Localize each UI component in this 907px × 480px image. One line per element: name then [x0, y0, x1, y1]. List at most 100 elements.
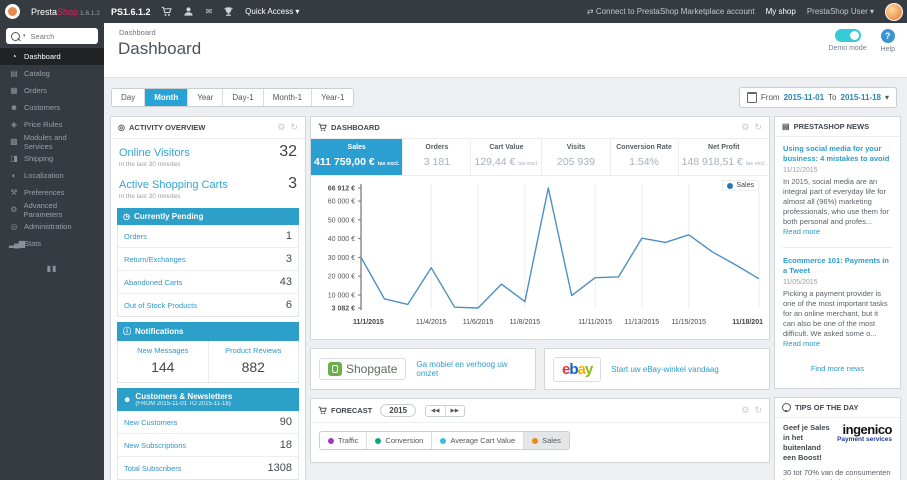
notifications-header[interactable]: ⓘ Notifications [117, 322, 299, 341]
marketplace-link[interactable]: ⇄ Connect to PrestaShop Marketplace acco… [587, 7, 755, 16]
kpi-orders[interactable]: Orders 3 181 [403, 139, 472, 175]
sidebar-item-dashboard[interactable]: ◔ Dashboard [0, 48, 104, 65]
forecast-year-badge: 2015 [380, 404, 417, 417]
marketplace-icon: ⇄ [586, 7, 594, 16]
pending-row-abandoned-carts: Abandoned Carts 43 [118, 271, 298, 294]
news-item-title[interactable]: Ecommerce 101: Payments in a Tweet [783, 256, 892, 276]
kpi-visits[interactable]: Visits 205 939 [542, 139, 611, 175]
help-icon[interactable]: ? [880, 29, 895, 43]
cart-icon[interactable] [161, 6, 173, 17]
activity-icon: ◎ [118, 123, 125, 132]
date-range-toolbar: Day Month Year Day-1 Month-1 Year-1 From… [104, 78, 907, 116]
shopgate-banner[interactable]: Shopgate Ga mobiel en verhoog uw omzet [310, 348, 536, 390]
range-year-1-button[interactable]: Year-1 [312, 89, 354, 106]
messages-icon[interactable]: ✉ [205, 7, 212, 16]
ebay-link[interactable]: Start uw eBay-winkel vandaag [611, 365, 719, 374]
demo-mode-control[interactable]: Demo mode [828, 29, 867, 52]
svg-text:11/8/2015: 11/8/2015 [510, 319, 541, 326]
range-month-button[interactable]: Month [145, 89, 189, 106]
find-more-news-link[interactable]: Find more news [783, 356, 892, 383]
panel-refresh-icon[interactable]: ↻ [754, 405, 762, 416]
active-carts-link[interactable]: Active Shopping Carts [119, 179, 228, 191]
kpi-net-profit[interactable]: Net Profit 148 918,51 € tax excl. [679, 139, 769, 175]
brand-text: PrestaShop 1.6.1.2 [31, 6, 100, 17]
panel-settings-icon[interactable]: ⚙ [741, 122, 749, 133]
pending-row-orders: Orders 1 [118, 225, 298, 248]
forecast-panel: FORECAST 2015 ◀◀ ▶▶ ⚙ ↻ Traffic Conversion… [310, 398, 770, 463]
demo-mode-toggle[interactable] [834, 29, 861, 42]
sidebar-item-shipping[interactable]: ◨ Shipping [0, 150, 104, 167]
total-subscribers-row: Total Subscribers 1308 [124, 462, 292, 474]
dashboard-panel: DASHBOARD ⚙ ↻ Sales 411 759,00 € tax excl.… [310, 116, 770, 340]
sidebar-search[interactable]: ▾ [6, 28, 98, 44]
panel-settings-icon[interactable]: ⚙ [741, 405, 749, 416]
dashboard-icon: ◔ [11, 52, 17, 61]
localization-icon: ◐ [11, 171, 17, 180]
quick-access-menu[interactable]: Quick Access ▾ [245, 7, 299, 16]
read-more-link[interactable]: Read more [783, 227, 820, 236]
shopgate-link[interactable]: Ga mobiel en verhoog uw omzet [416, 360, 527, 378]
forecast-conversion-button[interactable]: Conversion [367, 432, 433, 449]
news-icon: ▤ [782, 122, 790, 131]
help-control[interactable]: ? Help [881, 29, 895, 53]
sidebar-item-customers[interactable]: ☻ Customers [0, 99, 104, 116]
customers-icon: ☻ [9, 103, 18, 112]
svg-text:11/13/2015: 11/13/2015 [625, 319, 660, 326]
range-year-button[interactable]: Year [188, 89, 224, 106]
user-menu[interactable]: PrestaShop User ▾ [807, 7, 874, 16]
kpi-conversion-rate[interactable]: Conversion Rate 1.54% [611, 139, 679, 175]
person-icon: ☻ [123, 395, 132, 404]
panel-refresh-icon[interactable]: ↻ [290, 122, 298, 133]
panel-settings-icon[interactable]: ⚙ [277, 122, 285, 133]
forecast-avg-cart-button[interactable]: Average Cart Value [432, 432, 525, 449]
sidebar: ▾ ◔Dashboard ▤Catalog ▦Orders ☻Customers… [0, 23, 104, 480]
range-day-button[interactable]: Day [112, 89, 146, 106]
forecast-traffic-button[interactable]: Traffic [320, 432, 368, 449]
forecast-next-button[interactable]: ▶▶ [445, 405, 464, 416]
forecast-sales-button[interactable]: Sales [524, 432, 569, 449]
search-input[interactable] [28, 30, 93, 42]
sidebar-item-modules[interactable]: ▩ Modules and Services [0, 133, 104, 151]
news-item-title[interactable]: Using social media for your business: 4 … [783, 144, 892, 164]
sidebar-item-stats[interactable]: ▂▄▆ Stats [0, 235, 104, 252]
user-avatar[interactable] [885, 2, 903, 21]
collapse-menu-icon[interactable]: ▮▮ [0, 264, 104, 273]
date-range-picker-button[interactable]: From 2015-11-01 To 2015-11-18 ▾ [738, 87, 897, 108]
pending-row-out-of-stock: Out of Stock Products 6 [124, 299, 292, 311]
ebay-banner[interactable]: ebay Start uw eBay-winkel vandaag [544, 348, 770, 390]
forecast-prev-button[interactable]: ◀◀ [426, 405, 446, 416]
kpi-sales[interactable]: Sales 411 759,00 € tax excl. [311, 139, 404, 175]
customers-newsletters-header[interactable]: ☻ Customers & Newsletters (FROM 2015-11-01… [117, 388, 299, 411]
sidebar-item-localization[interactable]: ◐ Localization [0, 167, 104, 184]
breadcrumb[interactable]: Dashboard [104, 23, 907, 37]
svg-text:11/4/2015: 11/4/2015 [416, 319, 447, 326]
preferences-icon: ⚒ [10, 188, 17, 197]
range-month-1-button[interactable]: Month-1 [263, 89, 313, 106]
sidebar-item-administration[interactable]: ◎ Administration [0, 218, 104, 235]
sidebar-item-advanced-parameters[interactable]: ⚙ Advanced Parameters [0, 201, 104, 219]
read-more-link[interactable]: Read more [783, 339, 820, 348]
chart-legend[interactable]: Sales [722, 180, 759, 191]
my-shop-link[interactable]: My shop [766, 7, 796, 16]
svg-text:40 000 €: 40 000 € [328, 236, 355, 243]
prestashop-logo[interactable] [5, 4, 20, 19]
svg-text:20 000 €: 20 000 € [328, 274, 355, 281]
currently-pending-header[interactable]: ◷ Currently Pending [117, 208, 299, 225]
employees-icon[interactable] [183, 6, 194, 17]
online-visitors-link[interactable]: Online Visitors [119, 147, 190, 159]
tips-of-the-day-panel: TIPS OF THE DAY ingenico Payment service… [774, 396, 901, 480]
orders-icon: ▦ [10, 86, 18, 95]
trophy-icon[interactable] [223, 6, 234, 17]
sales-dot-icon [532, 437, 539, 444]
shop-version-label: PS1.6.1.2 [110, 6, 151, 17]
product-reviews-cell: Product Reviews 882 [225, 346, 282, 375]
sidebar-item-preferences[interactable]: ⚒ Preferences [0, 184, 104, 201]
kpi-cart-value[interactable]: Cart Value 129,44 € tax excl. [471, 139, 543, 175]
search-scope-caret-icon[interactable]: ▾ [23, 33, 26, 39]
sales-chart: Sales 66 912 € 60 000 € 50 000 € 40 000 € 30… [311, 176, 769, 339]
sidebar-item-orders[interactable]: ▦ Orders [0, 82, 104, 99]
sidebar-item-catalog[interactable]: ▤ Catalog [0, 65, 104, 82]
panel-refresh-icon[interactable]: ↻ [754, 122, 762, 133]
sidebar-item-price-rules[interactable]: ◈ Price Rules [0, 116, 104, 133]
range-day-1-button[interactable]: Day-1 [223, 89, 264, 106]
